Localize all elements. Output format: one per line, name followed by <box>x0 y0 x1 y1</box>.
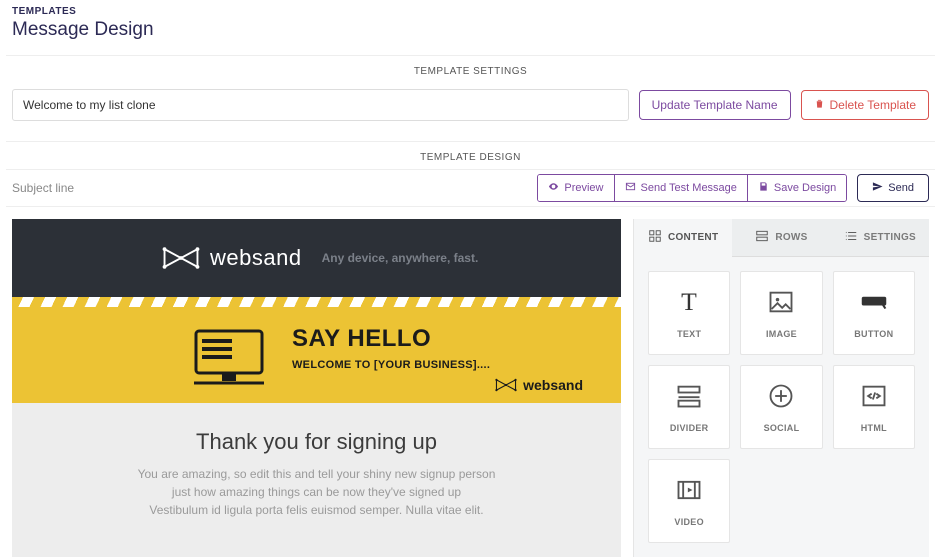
tile-html-label: HTML <box>861 423 887 433</box>
hero-headline: SAY HELLO <box>292 325 591 353</box>
send-test-button[interactable]: Send Test Message <box>615 175 748 201</box>
social-icon <box>767 382 795 415</box>
design-action-group: Preview Send Test Message Save Design <box>537 174 847 202</box>
tile-html[interactable]: HTML <box>833 365 915 449</box>
save-design-button[interactable]: Save Design <box>748 175 846 201</box>
tile-video[interactable]: VIDEO <box>648 459 730 543</box>
footer-brand-name: websand <box>523 377 583 393</box>
tile-text[interactable]: T TEXT <box>648 271 730 355</box>
thanks-line-1: You are amazing, so edit this and tell y… <box>72 465 561 483</box>
send-button[interactable]: Send <box>857 174 929 202</box>
thanks-line-3: Vestibulum id ligula porta felis euismod… <box>72 501 561 519</box>
tile-button[interactable]: BUTTON <box>833 271 915 355</box>
template-design-label: TEMPLATE DESIGN <box>6 141 935 169</box>
rows-icon <box>755 229 769 246</box>
tile-divider[interactable]: DIVIDER <box>648 365 730 449</box>
tile-divider-label: DIVIDER <box>670 423 709 433</box>
subject-row: Preview Send Test Message Save Design Se… <box>6 169 935 207</box>
tab-settings[interactable]: SETTINGS <box>831 219 929 257</box>
brand-logo: websand <box>162 245 302 271</box>
diagonal-stripe <box>12 297 621 307</box>
send-icon <box>872 181 883 195</box>
bowtie-icon <box>495 378 517 392</box>
video-icon <box>675 476 703 509</box>
bowtie-icon <box>162 246 200 270</box>
sidepanel-tabs: CONTENT ROWS SETTINGS <box>634 219 929 257</box>
text-icon: T <box>675 288 703 321</box>
preview-label: Preview <box>564 182 603 194</box>
page-title: Message Design <box>12 19 929 41</box>
breadcrumb[interactable]: TEMPLATES <box>12 6 929 17</box>
trash-icon <box>814 98 825 112</box>
list-icon <box>844 229 858 246</box>
tab-rows-label: ROWS <box>775 232 807 243</box>
tile-image[interactable]: IMAGE <box>740 271 822 355</box>
send-test-icon <box>625 181 636 195</box>
tile-button-label: BUTTON <box>854 329 893 339</box>
save-icon <box>758 181 769 195</box>
delete-template-label: Delete Template <box>830 98 917 112</box>
grid-icon <box>648 229 662 246</box>
preview-button[interactable]: Preview <box>538 175 614 201</box>
design-workspace: websand Any device, anywhere, fast. SAY … <box>6 207 935 557</box>
thanks-block: Thank you for signing up You are amazing… <box>12 403 621 529</box>
tab-settings-label: SETTINGS <box>864 232 916 243</box>
hero-subheadline: WELCOME TO [YOUR BUSINESS].... <box>292 359 591 371</box>
hero-yellow-block: SAY HELLO WELCOME TO [YOUR BUSINESS]....… <box>12 307 621 403</box>
thanks-line-2: just how amazing things can be now they'… <box>72 483 561 501</box>
tile-social[interactable]: SOCIAL <box>740 365 822 449</box>
send-test-label: Send Test Message <box>641 182 737 194</box>
svg-text:T: T <box>681 288 697 316</box>
tile-video-label: VIDEO <box>674 517 704 527</box>
hero-tagline: Any device, anywhere, fast. <box>322 251 479 265</box>
tab-content-label: CONTENT <box>668 232 718 243</box>
tile-social-label: SOCIAL <box>764 423 800 433</box>
subject-line-input[interactable] <box>6 170 531 206</box>
send-label: Send <box>888 182 914 194</box>
tab-content[interactable]: CONTENT <box>634 219 732 257</box>
image-icon <box>767 288 795 321</box>
html-icon <box>860 382 888 415</box>
email-hero: websand Any device, anywhere, fast. <box>12 219 621 297</box>
tab-rows[interactable]: ROWS <box>732 219 830 257</box>
editor-sidepanel: CONTENT ROWS SETTINGS T TEXT IM <box>633 219 929 557</box>
button-icon <box>860 288 888 321</box>
template-name-input[interactable] <box>12 89 629 121</box>
tile-image-label: IMAGE <box>766 329 797 339</box>
thanks-title: Thank you for signing up <box>72 429 561 455</box>
divider-icon <box>675 382 703 415</box>
thanks-body: You are amazing, so edit this and tell y… <box>72 465 561 519</box>
save-design-label: Save Design <box>774 182 836 194</box>
update-template-name-button[interactable]: Update Template Name <box>639 90 791 120</box>
content-tiles: T TEXT IMAGE BUTTON DIVIDER SOCIAL <box>634 257 929 557</box>
delete-template-button[interactable]: Delete Template <box>801 90 930 120</box>
template-settings-row: Update Template Name Delete Template <box>6 83 935 135</box>
eye-icon <box>548 181 559 195</box>
monitor-icon <box>192 327 266 392</box>
template-settings-label: TEMPLATE SETTINGS <box>6 55 935 83</box>
brand-name: websand <box>210 245 302 271</box>
email-canvas[interactable]: websand Any device, anywhere, fast. SAY … <box>12 219 621 557</box>
tile-text-label: TEXT <box>677 329 701 339</box>
